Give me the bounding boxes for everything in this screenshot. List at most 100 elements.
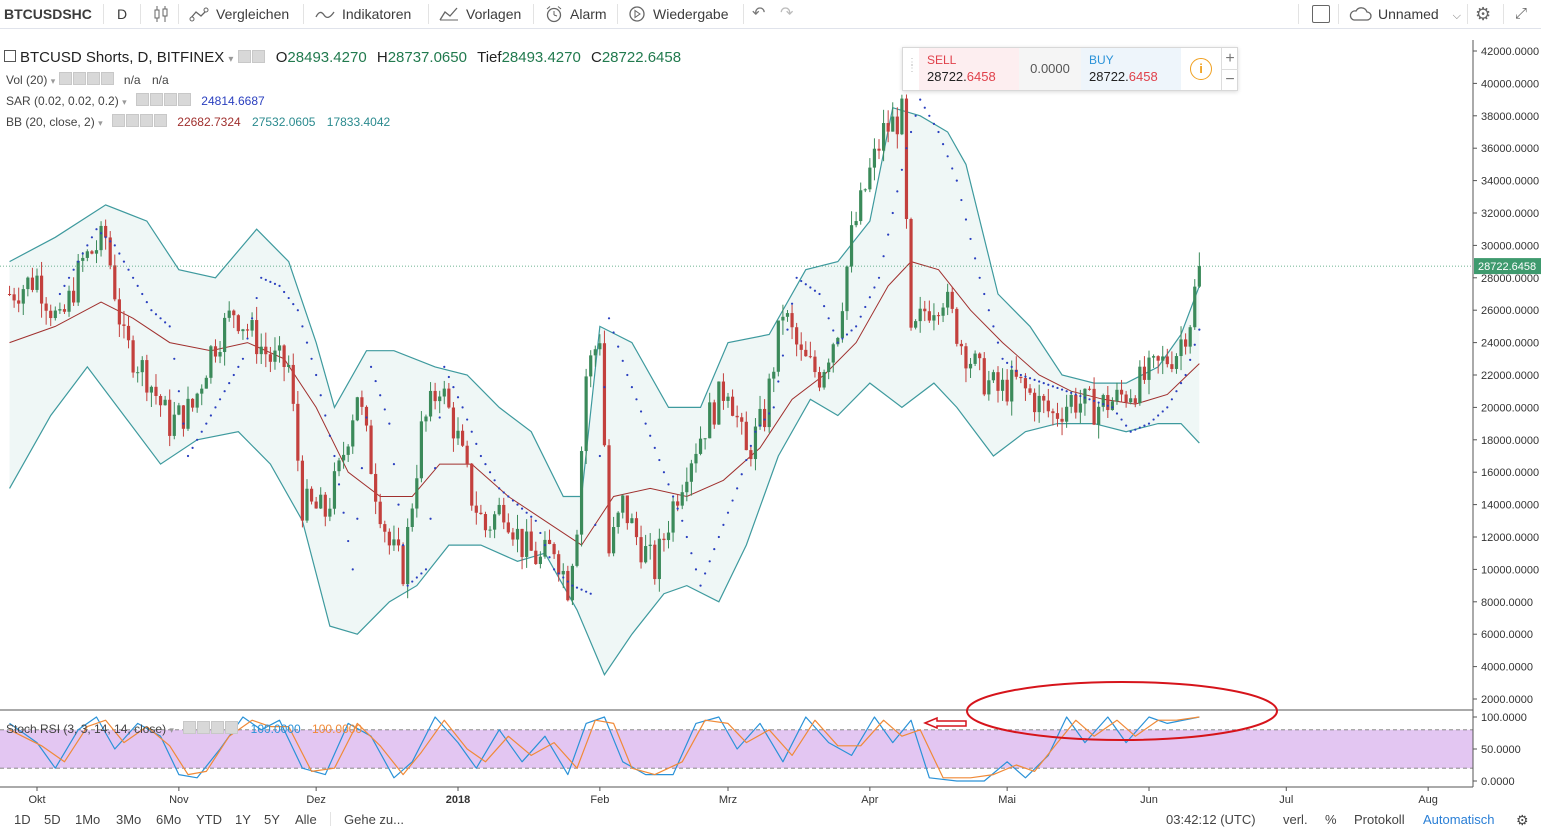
range-ytd[interactable]: YTD xyxy=(196,812,222,827)
candle-down xyxy=(607,445,611,554)
chevron-down-icon[interactable]: ▾ xyxy=(228,54,233,65)
indicators-button[interactable]: Indikatoren xyxy=(314,0,411,28)
sar-dot xyxy=(173,357,176,360)
symbol-search[interactable]: BTCUSDSHC xyxy=(4,0,92,28)
settings-icon[interactable] xyxy=(125,114,139,127)
settings-gear-icon[interactable]: ⚙ xyxy=(1475,0,1491,28)
minus-icon[interactable]: − xyxy=(1221,69,1238,90)
extended-toggle[interactable]: verl. xyxy=(1283,812,1308,827)
candle-up xyxy=(525,531,529,557)
collapse-icon[interactable] xyxy=(4,50,16,62)
candle-up xyxy=(332,471,337,509)
redo-icon[interactable]: ↷ xyxy=(780,0,793,28)
close-icon[interactable] xyxy=(100,72,114,85)
plus-icon[interactable] xyxy=(211,721,225,734)
chevron-down-icon[interactable]: ▾ xyxy=(169,725,174,735)
vol-value-1: n/a xyxy=(123,73,141,87)
sar-dot xyxy=(292,303,295,306)
sar-dot xyxy=(205,422,208,425)
sar-dot xyxy=(406,584,409,587)
sar-dot xyxy=(443,365,446,368)
plus-icon[interactable]: + xyxy=(1221,48,1238,70)
candle-up xyxy=(342,454,346,461)
templates-button[interactable]: Vorlagen xyxy=(438,0,521,28)
layout-save-button[interactable]: Unnamed ⌵ xyxy=(1348,0,1461,28)
candle-up xyxy=(200,388,204,394)
goto-date-button[interactable]: Gehe zu... xyxy=(344,812,404,827)
settings-icon[interactable] xyxy=(149,93,163,106)
range-5y[interactable]: 5Y xyxy=(264,812,280,827)
drag-handle-icon[interactable]: ⋮ ⋮ xyxy=(907,58,917,74)
sar-dot xyxy=(772,406,775,409)
sell-button[interactable]: SELL 28722.6458 xyxy=(919,48,1019,90)
candle-up xyxy=(346,446,350,455)
range-6mo[interactable]: 6Mo xyxy=(156,812,181,827)
settings-gear-icon[interactable]: ⚙ xyxy=(1516,812,1529,829)
sar-dot xyxy=(479,454,482,458)
log-toggle[interactable]: Protokoll xyxy=(1354,812,1405,827)
close-icon[interactable] xyxy=(225,721,239,734)
undo-icon[interactable]: ↶ xyxy=(752,0,765,28)
chart-canvas[interactable]: 2000.0000 4000.0000 6000.0000 8000.0000 1000… xyxy=(0,29,1541,815)
sar-dot xyxy=(960,198,963,202)
settings-icon[interactable] xyxy=(197,721,211,734)
sar-dot xyxy=(873,286,876,289)
sar-dot xyxy=(548,556,551,559)
eye-icon[interactable] xyxy=(237,50,251,63)
chevron-down-icon[interactable]: ▾ xyxy=(98,118,103,128)
fullscreen-square-button[interactable] xyxy=(1312,0,1330,28)
eye-icon[interactable] xyxy=(58,72,72,85)
chevron-down-icon[interactable]: ▾ xyxy=(51,76,56,86)
candle-up xyxy=(209,346,213,378)
chevron-down-icon[interactable]: ▾ xyxy=(122,97,127,107)
alert-button[interactable]: Alarm xyxy=(544,0,607,28)
sar-dot xyxy=(72,268,75,271)
candle-down xyxy=(49,310,53,319)
range-1d[interactable]: 1D xyxy=(14,812,31,827)
eye-icon[interactable] xyxy=(111,114,125,127)
candle-up xyxy=(163,399,167,406)
sar-dot xyxy=(99,232,103,235)
range-1y[interactable]: 1Y xyxy=(235,812,251,827)
sar-dot xyxy=(232,373,235,377)
settings-icon[interactable] xyxy=(72,72,86,85)
close-icon[interactable] xyxy=(153,114,167,127)
alert-label: Alarm xyxy=(570,6,607,22)
sar-dot xyxy=(1134,428,1137,431)
fullscreen-icon[interactable]: ⤢ xyxy=(1515,0,1527,28)
replay-button[interactable]: Wiedergabe xyxy=(627,0,729,28)
settings-icon[interactable] xyxy=(251,50,265,63)
interval-button[interactable]: D xyxy=(117,0,127,28)
auto-scale-toggle[interactable]: Automatisch xyxy=(1423,812,1495,827)
candles-style-button[interactable] xyxy=(153,0,169,28)
range-1mo[interactable]: 1Mo xyxy=(75,812,100,827)
bb-title: BB (20, close, 2) xyxy=(6,115,95,129)
percent-toggle[interactable]: % xyxy=(1325,812,1337,827)
buy-button[interactable]: BUY 28722.6458 xyxy=(1081,48,1181,90)
candle-down xyxy=(1087,388,1092,390)
sar-dot xyxy=(177,390,180,393)
plus-icon[interactable] xyxy=(139,114,153,127)
candle-up xyxy=(579,451,584,535)
info-icon[interactable]: i xyxy=(1190,58,1212,80)
compare-button[interactable]: Vergleichen xyxy=(188,0,289,28)
range-3mo[interactable]: 3Mo xyxy=(116,812,141,827)
eye-icon[interactable] xyxy=(183,721,197,734)
plus-icon[interactable] xyxy=(163,93,177,106)
plus-icon[interactable] xyxy=(86,72,100,85)
close-icon[interactable] xyxy=(177,93,191,106)
sar-dot xyxy=(209,414,212,417)
candle-up xyxy=(914,321,918,328)
sar-dot xyxy=(928,114,931,117)
sar-dot xyxy=(136,284,139,287)
sar-dot xyxy=(141,292,144,296)
sar-dot xyxy=(1024,375,1027,378)
sar-dot xyxy=(81,252,84,255)
eye-icon[interactable] xyxy=(135,93,149,106)
candle-up xyxy=(1197,266,1201,287)
range-5d[interactable]: 5D xyxy=(44,812,61,827)
candle-up xyxy=(863,189,867,191)
range-all[interactable]: Alle xyxy=(295,812,317,827)
sar-dot xyxy=(955,179,958,182)
candle-up xyxy=(1147,357,1151,380)
